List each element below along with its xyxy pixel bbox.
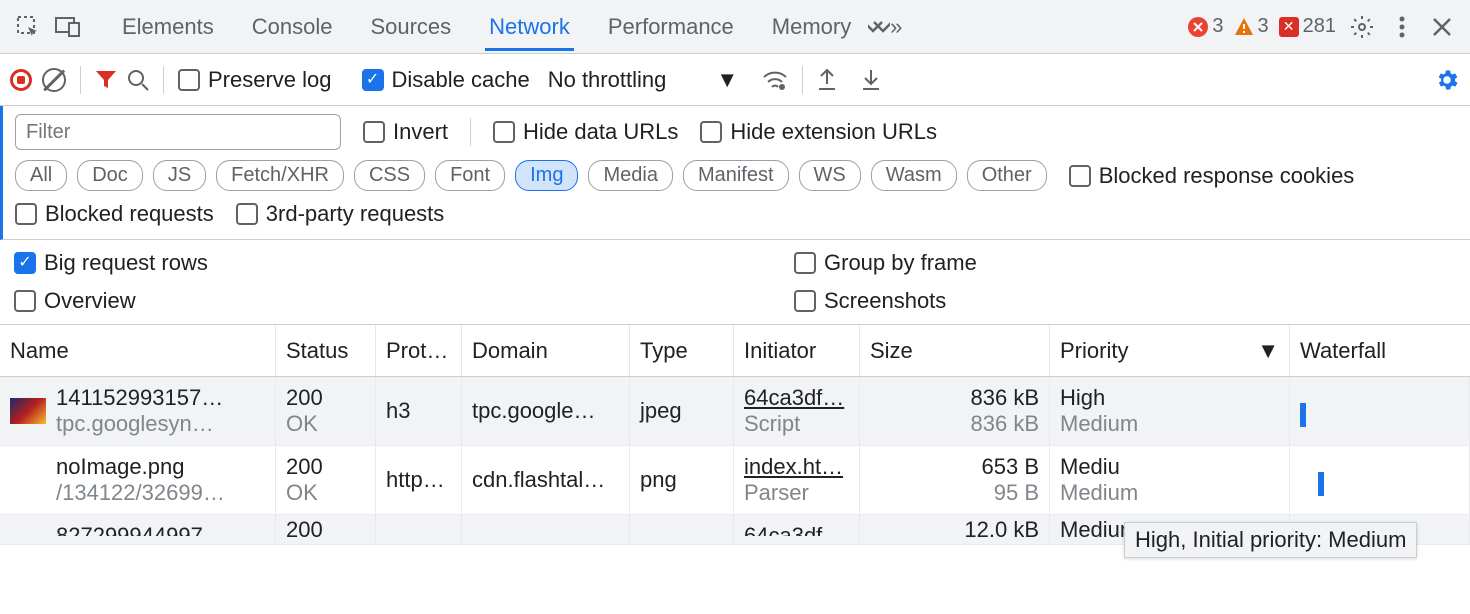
col-name[interactable]: Name [0, 325, 276, 376]
sort-desc-icon: ▼ [1257, 338, 1279, 364]
tab-console[interactable]: Console [248, 2, 337, 51]
chip-fetch-xhr[interactable]: Fetch/XHR [216, 160, 344, 191]
throttling-select[interactable]: No throttling ▼ [548, 67, 738, 93]
initiator-link[interactable]: 64ca3df… [744, 385, 849, 411]
issue-count-value: 281 [1303, 15, 1336, 38]
warning-icon [1234, 17, 1254, 37]
close-icon[interactable] [1422, 7, 1462, 47]
requests-table: Name Status Prot… Domain Type Initiator … [0, 325, 1470, 545]
panel-tabs: Elements Console Sources Network Perform… [118, 2, 855, 51]
overview-checkbox[interactable]: Overview [14, 288, 136, 314]
request-name: 141152993157… [56, 385, 223, 411]
third-party-checkbox[interactable]: 3rd-party requests [236, 201, 445, 227]
error-icon [1188, 17, 1208, 37]
tab-elements[interactable]: Elements [118, 2, 218, 51]
hide-data-urls-checkbox[interactable]: Hide data URLs [493, 119, 678, 145]
chip-doc[interactable]: Doc [77, 160, 143, 191]
tab-sources[interactable]: Sources [366, 2, 455, 51]
request-path: tpc.googlesyn… [56, 411, 223, 437]
chip-media[interactable]: Media [588, 160, 672, 191]
request-thumbnail [10, 398, 46, 424]
invert-checkbox[interactable]: Invert [363, 119, 448, 145]
chip-img[interactable]: Img [515, 160, 578, 191]
status-counts: 3 3 ✕ 281 [1188, 15, 1336, 38]
blocked-cookies-checkbox[interactable]: Blocked response cookies [1069, 163, 1355, 189]
error-count[interactable]: 3 [1188, 15, 1223, 38]
col-protocol[interactable]: Prot… [376, 325, 462, 376]
chip-css[interactable]: CSS [354, 160, 425, 191]
import-har-icon[interactable] [861, 69, 881, 91]
chevron-down-icon: ▼ [716, 67, 738, 93]
devtools-tabstrip: Elements Console Sources Network Perform… [0, 0, 1470, 54]
big-rows-checkbox[interactable]: Big request rows [14, 250, 208, 276]
filter-input[interactable] [15, 114, 341, 150]
waterfall-bar [1318, 472, 1324, 496]
view-settings: Big request rows Group by frame Overview… [0, 240, 1470, 325]
hide-extension-urls-checkbox[interactable]: Hide extension URLs [700, 119, 937, 145]
screenshots-checkbox[interactable]: Screenshots [794, 288, 946, 314]
type-filter-chips: All Doc JS Fetch/XHR CSS Font Img Media … [15, 160, 1047, 191]
disable-cache-checkbox[interactable]: Disable cache [362, 67, 530, 93]
col-waterfall[interactable]: Waterfall [1290, 325, 1470, 376]
col-domain[interactable]: Domain [462, 325, 630, 376]
network-toolbar: Preserve log Disable cache No throttling… [0, 54, 1470, 106]
chip-manifest[interactable]: Manifest [683, 160, 789, 191]
col-initiator[interactable]: Initiator [734, 325, 860, 376]
chip-font[interactable]: Font [435, 160, 505, 191]
filter-bar: Invert Hide data URLs Hide extension URL… [0, 106, 1470, 240]
more-tabs-icon[interactable]: » [865, 7, 905, 47]
kebab-menu-icon[interactable] [1382, 7, 1422, 47]
issue-icon: ✕ [1279, 17, 1299, 37]
warning-count[interactable]: 3 [1234, 15, 1269, 38]
export-har-icon[interactable] [817, 69, 837, 91]
group-by-frame-checkbox[interactable]: Group by frame [794, 250, 977, 276]
inspect-icon[interactable] [8, 7, 48, 47]
col-size[interactable]: Size [860, 325, 1050, 376]
col-priority[interactable]: Priority▼ [1050, 325, 1290, 376]
chip-js[interactable]: JS [153, 160, 206, 191]
blocked-requests-checkbox[interactable]: Blocked requests [15, 201, 214, 227]
error-count-value: 3 [1212, 15, 1223, 38]
request-path: /134122/32699… [56, 480, 265, 506]
table-row[interactable]: noImage.png /134122/32699… 200OK http… c… [0, 446, 1470, 515]
priority-tooltip: High, Initial priority: Medium [1124, 522, 1417, 558]
issue-count[interactable]: ✕ 281 [1279, 15, 1336, 38]
chip-all[interactable]: All [15, 160, 67, 191]
clear-button[interactable] [42, 68, 66, 92]
search-icon[interactable] [127, 69, 149, 91]
tab-network[interactable]: Network [485, 2, 574, 51]
request-name: noImage.png [56, 454, 265, 480]
warning-count-value: 3 [1258, 15, 1269, 38]
tab-performance[interactable]: Performance [604, 2, 738, 51]
table-header: Name Status Prot… Domain Type Initiator … [0, 325, 1470, 377]
tab-memory[interactable]: Memory [768, 2, 855, 51]
preserve-log-checkbox[interactable]: Preserve log [178, 67, 332, 93]
col-type[interactable]: Type [630, 325, 734, 376]
device-toggle-icon[interactable] [48, 7, 88, 47]
waterfall-bar [1300, 403, 1306, 427]
table-row[interactable]: 141152993157… tpc.googlesyn… 200OK h3 tp… [0, 377, 1470, 446]
col-status[interactable]: Status [276, 325, 376, 376]
record-button[interactable] [10, 69, 32, 91]
chip-wasm[interactable]: Wasm [871, 160, 957, 191]
settings-gear-icon[interactable] [1342, 7, 1382, 47]
chip-other[interactable]: Other [967, 160, 1047, 191]
initiator-link[interactable]: index.ht… [744, 454, 849, 480]
chip-ws[interactable]: WS [799, 160, 861, 191]
filter-toggle-icon[interactable] [95, 70, 117, 90]
network-conditions-icon[interactable] [762, 69, 788, 91]
panel-settings-icon[interactable] [1434, 67, 1460, 93]
